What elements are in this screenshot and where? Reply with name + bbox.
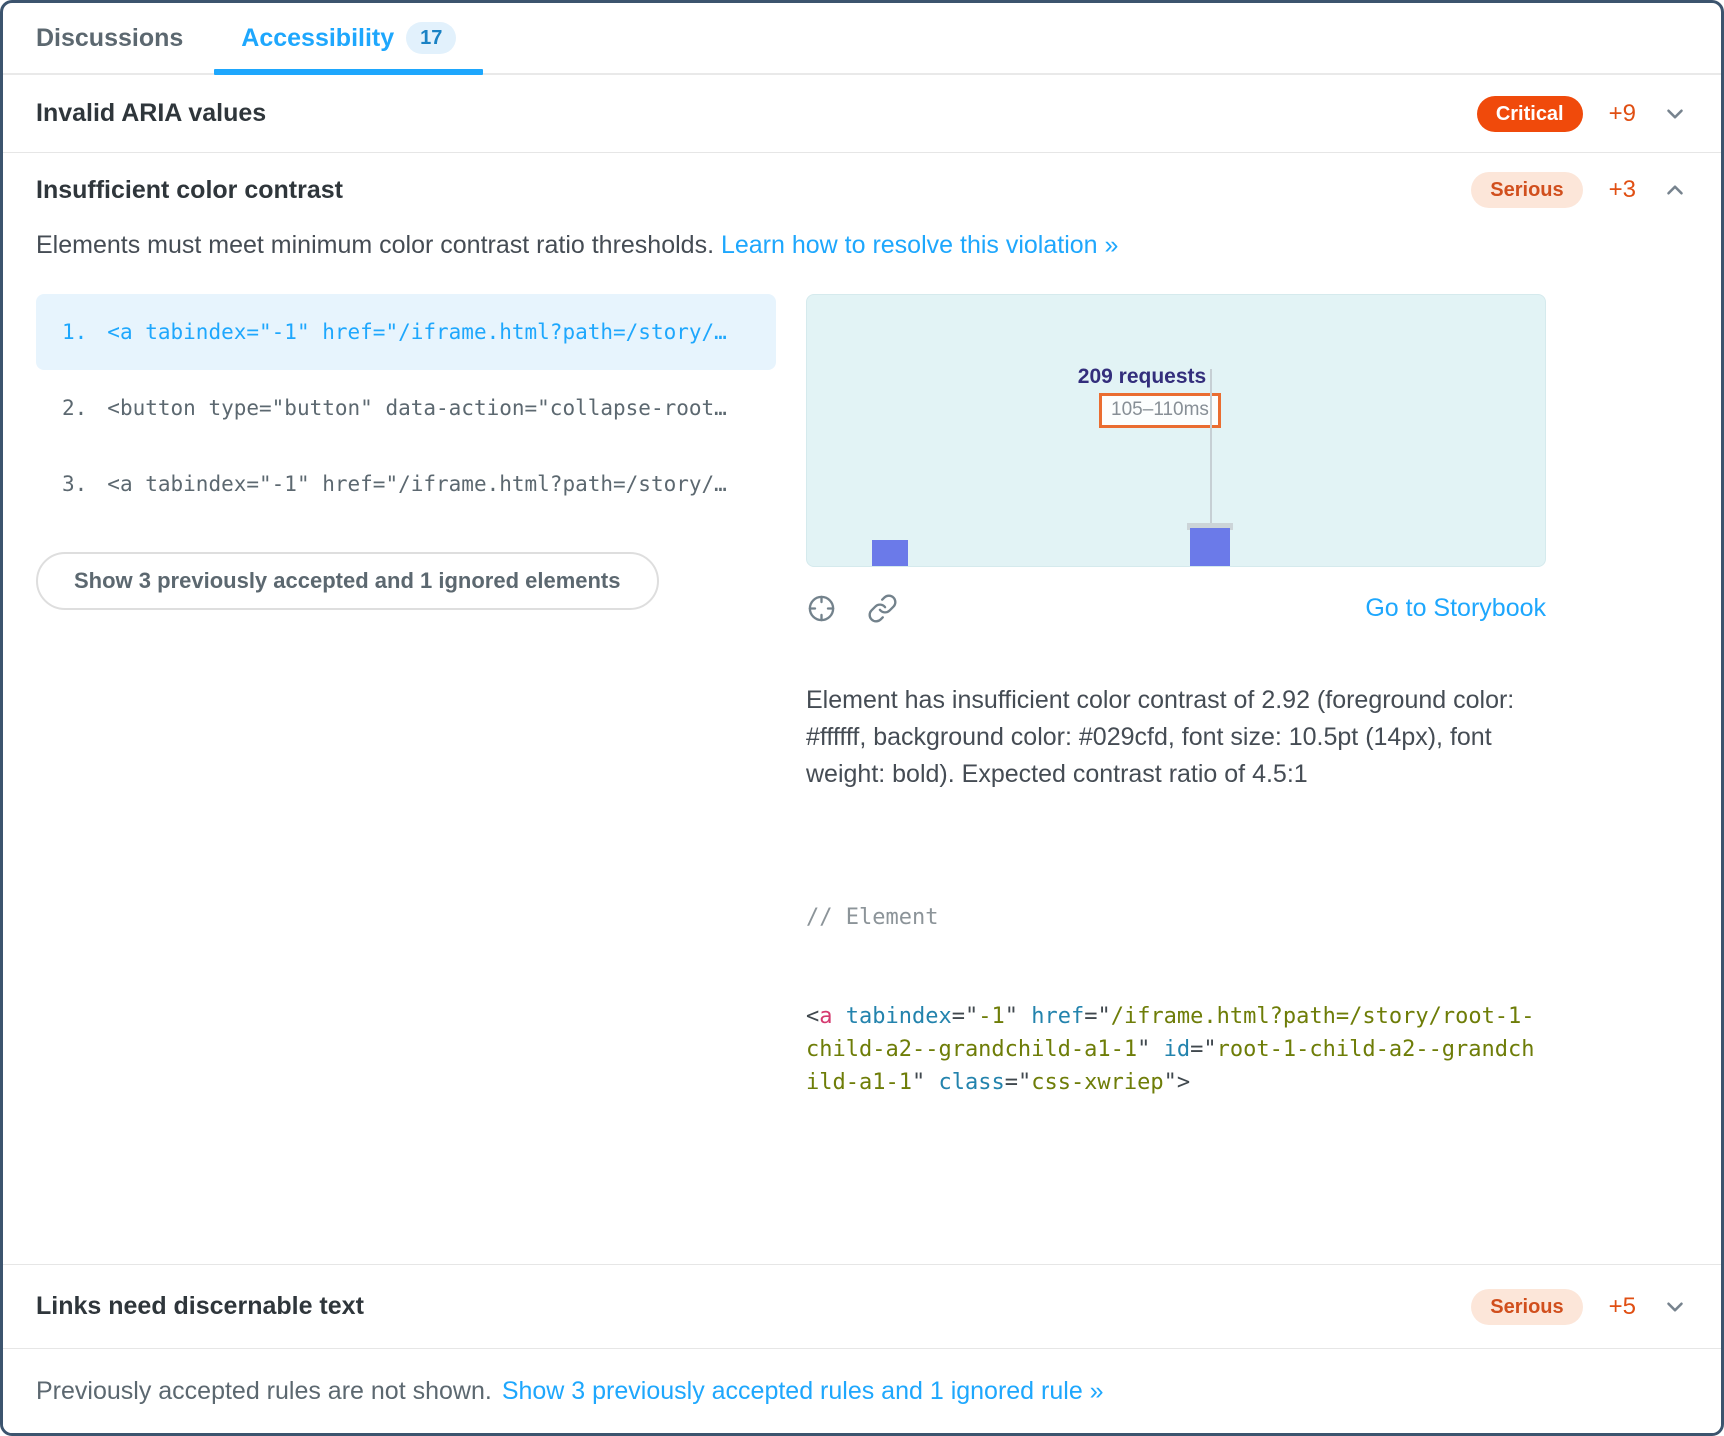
chart-annotation: 209 requests 105–110ms (1047, 365, 1237, 428)
rule-row-invalid-aria[interactable]: Invalid ARIA values Critical +9 (3, 75, 1721, 153)
tab-bar: Discussions Accessibility 17 (3, 3, 1721, 75)
selector-code-block: // Selector .css-ocnlra > div > div[data… (806, 1207, 1546, 1265)
element-code: <a tabindex="-1" href="/iframe.html?path… (806, 1000, 1546, 1099)
rule-description-text: Elements must meet minimum color contras… (36, 231, 721, 259)
violation-detail-text: Element has insufficient color contrast … (806, 682, 1546, 793)
tab-accessibility[interactable]: Accessibility 17 (241, 3, 456, 73)
violating-element-item[interactable]: 2. <button type="button" data-action="col… (36, 370, 776, 446)
item-code: <button type="button" data-action="colla… (107, 396, 727, 420)
rule-description: Elements must meet minimum color contras… (36, 231, 1688, 260)
link-icon[interactable] (867, 593, 898, 624)
tab-discussions-label: Discussions (36, 24, 183, 53)
tab-accessibility-label: Accessibility (241, 24, 394, 53)
story-snapshot-preview[interactable]: 209 requests 105–110ms (806, 294, 1546, 567)
rule-title: Links need discernable text (36, 1292, 364, 1321)
element-code-block: // Element <a tabindex="-1" href="/ifram… (806, 835, 1546, 1165)
show-accepted-rules-link[interactable]: Show 3 previously accepted rules and 1 i… (502, 1377, 1104, 1406)
footer: Previously accepted rules are not shown.… (3, 1349, 1721, 1433)
severity-badge-serious: Serious (1471, 172, 1582, 208)
accessibility-panel: Discussions Accessibility 17 Invalid ARI… (0, 0, 1724, 1436)
rule-header-color-contrast[interactable]: Insufficient color contrast Serious +3 (36, 153, 1688, 227)
violating-element-item[interactable]: 3. <a tabindex="-1" href="/iframe.html?pa… (36, 446, 776, 522)
item-code: <a tabindex="-1" href="/iframe.html?path… (107, 320, 727, 344)
extra-count: +5 (1609, 1293, 1636, 1321)
chevron-down-icon[interactable] (1662, 101, 1688, 127)
chart-pointer-line (1210, 369, 1212, 523)
chart-requests-label: 209 requests (1078, 365, 1206, 389)
preview-toolbar: Go to Storybook (806, 593, 1546, 624)
item-number: 2. (62, 396, 87, 420)
crosshair-icon[interactable] (806, 593, 837, 624)
extra-count: +3 (1609, 176, 1636, 204)
item-number: 1. (62, 320, 87, 344)
learn-violation-link[interactable]: Learn how to resolve this violation » (721, 231, 1118, 259)
rule-title: Insufficient color contrast (36, 176, 343, 205)
chevron-down-icon[interactable] (1662, 1294, 1688, 1320)
rule-title: Invalid ARIA values (36, 99, 266, 128)
accessibility-count-badge: 17 (406, 22, 456, 54)
violating-elements-list: 1. <a tabindex="-1" href="/iframe.html?pa… (36, 294, 776, 522)
tab-discussions[interactable]: Discussions (36, 3, 183, 73)
severity-badge-serious: Serious (1471, 1289, 1582, 1325)
extra-count: +9 (1609, 100, 1636, 128)
violating-element-item[interactable]: 1. <a tabindex="-1" href="/iframe.html?pa… (36, 294, 776, 370)
item-number: 3. (62, 472, 87, 496)
show-accepted-elements-button[interactable]: Show 3 previously accepted and 1 ignored… (36, 552, 659, 610)
rule-section-color-contrast: Insufficient color contrast Serious +3 E… (3, 153, 1721, 1265)
item-code: <a tabindex="-1" href="/iframe.html?path… (107, 472, 727, 496)
severity-badge-critical: Critical (1477, 96, 1583, 132)
chart-duration-highlight: 105–110ms (1099, 393, 1221, 428)
chevron-up-icon[interactable] (1662, 177, 1688, 203)
footer-text: Previously accepted rules are not shown. (36, 1377, 492, 1406)
element-code-comment: // Element (806, 901, 1546, 934)
chart-bar (1190, 528, 1230, 566)
rule-row-links-text[interactable]: Links need discernable text Serious +5 (3, 1265, 1721, 1349)
chart-bar (872, 540, 908, 566)
go-to-storybook-link[interactable]: Go to Storybook (1365, 594, 1546, 623)
